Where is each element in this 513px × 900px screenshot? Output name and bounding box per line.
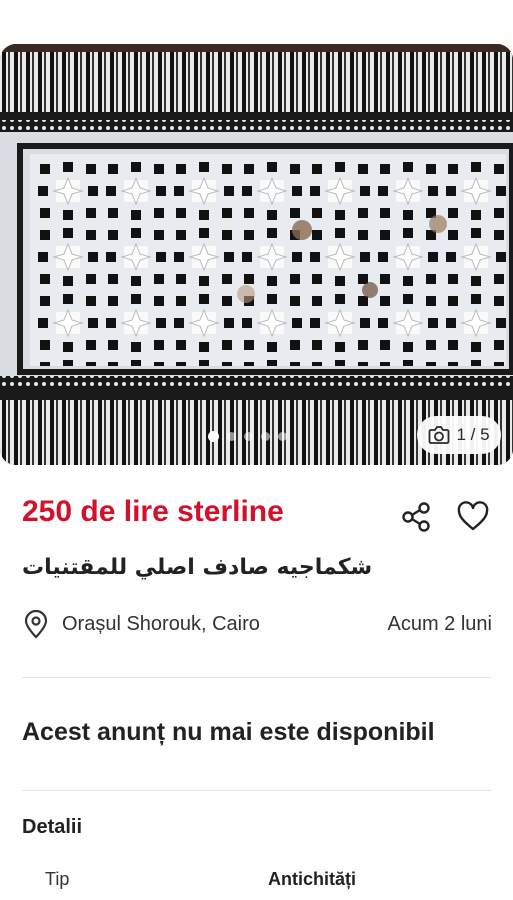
pagination-dot-5[interactable] [278,431,287,441]
listing-photo [0,44,513,465]
pagination-dot-1[interactable] [208,430,219,442]
detail-row-value: Antichități [268,869,356,889]
pagination-dot-2[interactable] [227,431,236,441]
favorite-heart-icon[interactable] [455,499,491,535]
share-icon[interactable] [398,499,434,535]
detail-row-key: Tip [45,869,70,889]
listing-unavailable-notice: Acest anunț nu mai este disponibil [22,718,435,746]
image-counter-text: 1 / 5 [456,425,490,444]
divider [22,790,491,791]
location-row: Orașul Shorouk, Cairo Acum 2 luni [22,610,492,640]
listing-price: 250 de lire sterline [22,495,284,528]
listing-title: شكماجيه صادف اصلي للمقتنيات [22,555,373,580]
details-heading: Detalii [22,816,83,838]
pagination-dot-4[interactable] [261,431,270,441]
gallery-pagination-dots[interactable] [208,429,287,443]
location-text: Orașul Shorouk, Cairo [62,613,260,635]
top-bar [0,0,513,44]
divider [22,677,491,678]
image-gallery[interactable] [0,44,513,465]
camera-icon [429,426,450,444]
pagination-dot-3[interactable] [244,431,253,441]
posted-time: Acum 2 luni [387,613,493,635]
image-counter-badge[interactable]: 1 / 5 [417,416,501,454]
location-pin-icon [24,610,48,639]
